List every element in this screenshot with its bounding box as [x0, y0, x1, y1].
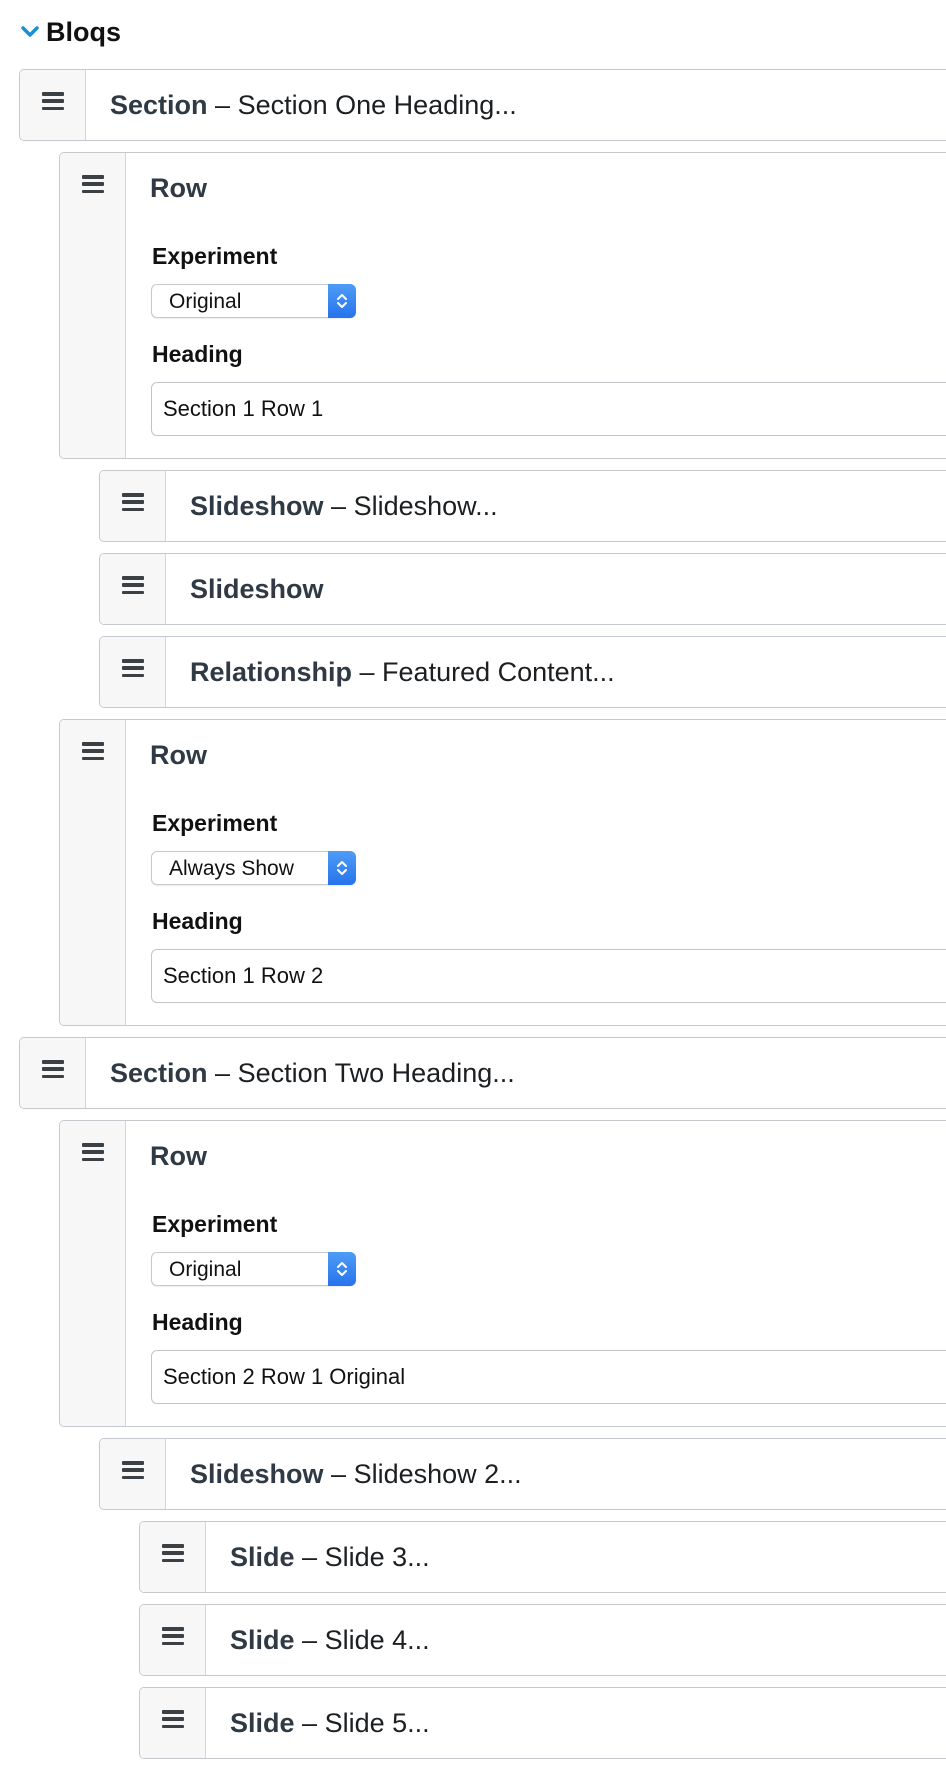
drag-handle-icon [82, 742, 104, 760]
experiment-select[interactable]: Always Show [151, 851, 356, 885]
drag-handle-icon [162, 1544, 184, 1562]
section-bloq[interactable]: Section – Section One Heading... [19, 69, 946, 141]
heading-input[interactable]: Section 1 Row 2 [151, 949, 946, 1003]
heading-label: Heading [152, 1309, 243, 1335]
drag-handle-icon [122, 1461, 144, 1479]
section-bloq[interactable]: Section – Section Two Heading... [19, 1037, 946, 1109]
row-bloq[interactable]: Row Experiment Always Show Heading Secti… [59, 719, 946, 1026]
drag-handle[interactable] [60, 1121, 126, 1426]
heading-label: Heading [152, 341, 243, 367]
heading-input-value: Section 1 Row 2 [163, 963, 324, 988]
drag-handle-icon [162, 1710, 184, 1728]
bloq-type: Slide [230, 1624, 295, 1655]
bloq-summary: – Slide 3... [302, 1541, 430, 1572]
experiment-label: Experiment [152, 810, 278, 836]
bloq-summary: – Slideshow... [331, 490, 498, 521]
slide-bloq[interactable]: Slide – Slide 5... [139, 1687, 946, 1759]
bloq-summary: – Featured Content... [359, 656, 615, 687]
bloq-summary: – Section Two Heading... [215, 1057, 515, 1088]
bloqs-header[interactable]: Bloqs [20, 14, 121, 50]
heading-input[interactable]: Section 1 Row 1 [151, 382, 946, 436]
drag-handle-icon [122, 493, 144, 511]
slideshow-bloq[interactable]: Slideshow – Slideshow... [99, 470, 946, 542]
drag-handle[interactable] [20, 70, 86, 140]
drag-handle[interactable] [60, 153, 126, 458]
bloq-type: Slideshow [190, 573, 324, 604]
experiment-select[interactable]: Original [151, 284, 356, 318]
bloq-type: Row [150, 739, 207, 770]
bloq-summary: – Slideshow 2... [331, 1458, 522, 1489]
slide-bloq[interactable]: Slide – Slide 4... [139, 1604, 946, 1676]
relationship-bloq[interactable]: Relationship – Featured Content... [99, 636, 946, 708]
drag-handle[interactable] [100, 1439, 166, 1509]
experiment-value: Original [169, 290, 242, 313]
drag-handle-icon [162, 1627, 184, 1645]
drag-handle-icon [82, 1143, 104, 1161]
bloq-type: Section [110, 1057, 208, 1088]
drag-handle[interactable] [140, 1688, 206, 1758]
experiment-label: Experiment [152, 243, 278, 269]
heading-label: Heading [152, 908, 243, 934]
drag-handle[interactable] [60, 720, 126, 1025]
drag-handle-icon [122, 576, 144, 594]
select-arrows-icon [328, 284, 356, 318]
bloq-summary: – Slide 4... [302, 1624, 430, 1655]
heading-input-value: Section 2 Row 1 Original [163, 1364, 406, 1389]
slide-bloq[interactable]: Slide – Slide 3... [139, 1521, 946, 1593]
bloq-summary: – Slide 5... [302, 1707, 430, 1738]
heading-input[interactable]: Section 2 Row 1 Original [151, 1350, 946, 1404]
drag-handle[interactable] [100, 471, 166, 541]
bloq-type: Section [110, 89, 208, 120]
experiment-label: Experiment [152, 1211, 278, 1237]
drag-handle[interactable] [100, 554, 166, 624]
drag-handle-icon [42, 1060, 64, 1078]
bloq-type: Row [150, 172, 207, 203]
bloq-type: Slideshow [190, 1458, 324, 1489]
bloq-type: Relationship [190, 656, 353, 687]
bloqs-title: Bloqs [46, 16, 122, 47]
slideshow-bloq[interactable]: Slideshow – Slideshow 2... [99, 1438, 946, 1510]
bloq-summary: – Section One Heading... [215, 89, 517, 120]
drag-handle-icon [122, 659, 144, 677]
chevron-down-icon[interactable] [20, 22, 40, 42]
experiment-value: Original [169, 1258, 242, 1281]
drag-handle[interactable] [140, 1605, 206, 1675]
drag-handle[interactable] [100, 637, 166, 707]
row-bloq[interactable]: Row Experiment Original Heading Section … [59, 152, 946, 459]
drag-handle[interactable] [140, 1522, 206, 1592]
bloq-type: Slide [230, 1541, 295, 1572]
drag-handle-icon [82, 175, 104, 193]
experiment-value: Always Show [169, 857, 294, 880]
heading-input-value: Section 1 Row 1 [163, 396, 324, 421]
bloq-type: Slide [230, 1707, 295, 1738]
drag-handle[interactable] [20, 1038, 86, 1108]
bloq-type: Row [150, 1140, 207, 1171]
select-arrows-icon [328, 1252, 356, 1286]
bloq-type: Slideshow [190, 490, 324, 521]
row-bloq[interactable]: Row Experiment Original Heading Section … [59, 1120, 946, 1427]
drag-handle-icon [42, 92, 64, 110]
slideshow-bloq[interactable]: Slideshow [99, 553, 946, 625]
experiment-select[interactable]: Original [151, 1252, 356, 1286]
select-arrows-icon [328, 851, 356, 885]
